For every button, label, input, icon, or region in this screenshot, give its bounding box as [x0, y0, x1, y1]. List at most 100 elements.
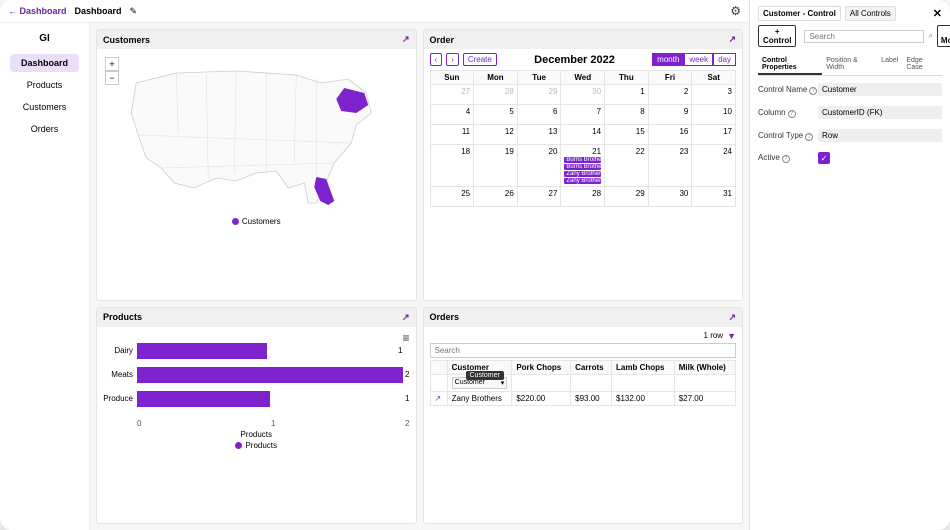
- calendar-event[interactable]: Burris Brothers: [564, 157, 601, 163]
- zoom-out-button[interactable]: −: [105, 71, 119, 85]
- column-input[interactable]: CustomerID (FK): [818, 106, 942, 119]
- tenant-label: GI: [4, 33, 85, 44]
- sidebar-item-dashboard[interactable]: Dashboard: [10, 54, 79, 72]
- zoom-in-button[interactable]: +: [105, 57, 119, 71]
- calendar-cell[interactable]: 9: [648, 105, 692, 125]
- calendar-cell[interactable]: 6: [517, 105, 561, 125]
- edit-icon[interactable]: ✎: [130, 6, 138, 17]
- calendar-cell[interactable]: 25: [430, 187, 474, 207]
- us-map[interactable]: [103, 53, 410, 213]
- expand-icon[interactable]: ↗: [728, 34, 736, 45]
- tab-all-controls[interactable]: All Controls: [845, 6, 896, 21]
- info-icon[interactable]: ?: [809, 87, 817, 95]
- sidebar-item-customers[interactable]: Customers: [10, 98, 79, 116]
- column-popover: Customer: [466, 371, 504, 380]
- back-link[interactable]: ← Dashboard: [8, 6, 67, 16]
- tab-customer-control[interactable]: Customer - Control: [758, 6, 841, 21]
- calendar-cell[interactable]: 20: [517, 145, 561, 187]
- calendar-cell[interactable]: 31: [692, 187, 736, 207]
- more-button[interactable]: ⋮ More: [937, 25, 950, 47]
- cal-next-button[interactable]: ›: [446, 53, 459, 66]
- orders-table[interactable]: Customer Pork ChopsCarrotsLamb ChopsMilk …: [430, 360, 737, 406]
- info-icon[interactable]: ?: [782, 155, 790, 163]
- view-week-button[interactable]: week: [684, 53, 713, 66]
- expand-icon[interactable]: ↗: [728, 312, 736, 323]
- sidebar-item-orders[interactable]: Orders: [10, 120, 79, 138]
- subtab-control-properties[interactable]: Control Properties: [758, 55, 822, 75]
- calendar-event[interactable]: Burris Brothers: [564, 164, 601, 170]
- calendar-cell[interactable]: 8: [605, 105, 649, 125]
- table-header[interactable]: Carrots: [571, 360, 612, 374]
- expand-icon[interactable]: ↗: [402, 34, 410, 45]
- calendar-cell[interactable]: 30: [648, 187, 692, 207]
- calendar-cell[interactable]: 27: [517, 187, 561, 207]
- calendar-cell[interactable]: 3: [692, 85, 736, 105]
- table-header[interactable]: Milk (Whole): [674, 360, 735, 374]
- calendar-event[interactable]: Zany Brothers: [564, 171, 601, 177]
- calendar-cell[interactable]: 5: [474, 105, 518, 125]
- calendar-cell[interactable]: 11: [430, 125, 474, 145]
- subtab-position-width[interactable]: Position & Width: [822, 55, 877, 75]
- settings-icon[interactable]: ⚙: [730, 4, 741, 18]
- calendar-cell[interactable]: 14: [561, 125, 605, 145]
- breadcrumb-current: Dashboard: [75, 6, 122, 16]
- chevron-down-icon: ▾: [501, 379, 505, 387]
- info-icon[interactable]: ?: [788, 110, 796, 118]
- calendar-cell[interactable]: 18: [430, 145, 474, 187]
- calendar-cell[interactable]: 2: [648, 85, 692, 105]
- calendar-cell[interactable]: 29: [517, 85, 561, 105]
- cal-dow: Thu: [605, 71, 649, 85]
- calendar-cell[interactable]: 23: [648, 145, 692, 187]
- calendar-cell[interactable]: 15: [605, 125, 649, 145]
- panel-search-input[interactable]: [804, 30, 924, 43]
- axis-tick: 1: [271, 419, 275, 428]
- calendar-cell[interactable]: 7: [561, 105, 605, 125]
- calendar-cell[interactable]: 21Burris BrothersBurris BrothersZany Bro…: [561, 145, 605, 187]
- search-icon[interactable]: ⌕: [928, 31, 932, 41]
- add-control-button[interactable]: + Control: [758, 25, 796, 47]
- calendar-title: December 2022: [501, 54, 648, 66]
- customers-title: Customers: [103, 35, 150, 45]
- calendar-cell[interactable]: 1: [605, 85, 649, 105]
- calendar-cell[interactable]: 22: [605, 145, 649, 187]
- calendar-cell[interactable]: 10: [692, 105, 736, 125]
- sidebar-item-products[interactable]: Products: [10, 76, 79, 94]
- calendar-cell[interactable]: 13: [517, 125, 561, 145]
- expand-icon[interactable]: ↗: [402, 312, 410, 323]
- table-header[interactable]: [430, 360, 447, 374]
- calendar-event[interactable]: Zany Brothers: [564, 178, 601, 184]
- calendar-grid[interactable]: SunMonTueWedThuFriSat 272829301234567891…: [430, 70, 737, 207]
- view-day-button[interactable]: day: [713, 53, 736, 66]
- table-header[interactable]: Lamb Chops: [612, 360, 675, 374]
- info-icon[interactable]: ?: [805, 133, 813, 141]
- open-record-icon[interactable]: ↗: [435, 394, 442, 403]
- control-name-input[interactable]: Customer: [818, 83, 942, 96]
- calendar-cell[interactable]: 29: [605, 187, 649, 207]
- close-icon[interactable]: ✕: [933, 7, 942, 20]
- calendar-cell[interactable]: 26: [474, 187, 518, 207]
- cal-create-button[interactable]: Create: [463, 53, 497, 66]
- calendar-cell[interactable]: 17: [692, 125, 736, 145]
- orders-search-input[interactable]: [430, 343, 737, 358]
- calendar-cell[interactable]: 28: [561, 187, 605, 207]
- calendar-cell[interactable]: 12: [474, 125, 518, 145]
- calendar-cell[interactable]: 28: [474, 85, 518, 105]
- chart-menu-icon[interactable]: ≡: [402, 331, 409, 345]
- calendar-cell[interactable]: 27: [430, 85, 474, 105]
- subtab-edge-case[interactable]: Edge Case: [902, 55, 942, 75]
- view-month-button[interactable]: month: [652, 53, 684, 66]
- active-checkbox[interactable]: ✓: [818, 152, 830, 164]
- control-type-input[interactable]: Row: [818, 129, 942, 142]
- calendar-cell[interactable]: 4: [430, 105, 474, 125]
- table-row[interactable]: ↗ Zany Brothers $220.00 $93.00 $132.00 $…: [430, 391, 736, 405]
- filter-icon[interactable]: ▼: [727, 331, 736, 341]
- calendar-cell[interactable]: 19: [474, 145, 518, 187]
- table-header[interactable]: Pork Chops: [512, 360, 571, 374]
- cal-prev-button[interactable]: ‹: [430, 53, 443, 66]
- products-title: Products: [103, 312, 142, 322]
- subtab-label[interactable]: Label: [877, 55, 902, 75]
- calendar-cell[interactable]: 24: [692, 145, 736, 187]
- properties-panel: Customer - Control All Controls ✕ + Cont…: [750, 0, 950, 530]
- calendar-cell[interactable]: 30: [561, 85, 605, 105]
- calendar-cell[interactable]: 16: [648, 125, 692, 145]
